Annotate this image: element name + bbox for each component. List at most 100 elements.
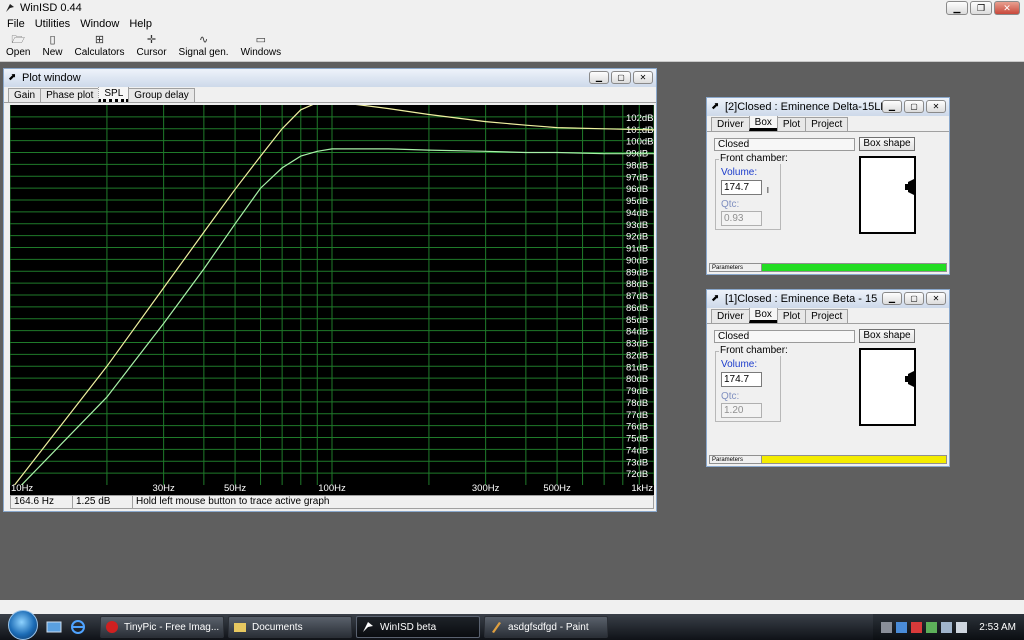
taskbar-button-tinypic[interactable]: TinyPic - Free Imag...: [100, 616, 224, 638]
qtc-label: Qtc:: [721, 391, 740, 402]
tray-display-icon[interactable]: [941, 621, 953, 633]
plot-window-titlebar[interactable]: ⬈ Plot window ▁ ▢ ✕: [4, 69, 656, 87]
box-type-field[interactable]: Closed: [714, 138, 855, 151]
box-tabs: Driver Box Plot Project: [707, 307, 949, 324]
parameters-tab[interactable]: Parameters: [710, 456, 762, 463]
start-button[interactable]: [8, 610, 38, 640]
show-desktop-icon[interactable]: [46, 619, 62, 635]
status-level: 1.25 dB: [72, 495, 132, 509]
box-type-field[interactable]: Closed: [714, 330, 855, 343]
restore-button[interactable]: ❐: [970, 1, 992, 15]
plot-window-title: Plot window: [22, 72, 81, 84]
app-title: WinISD 0.44: [20, 2, 82, 14]
spl-chart[interactable]: 102dB101dB100dB99dB98dB97dB96dB95dB94dB9…: [9, 105, 655, 495]
menu-window[interactable]: Window: [75, 18, 124, 30]
menu-file[interactable]: File: [2, 18, 30, 30]
plot-close-button[interactable]: ✕: [633, 71, 653, 84]
minimize-button[interactable]: ▁: [882, 292, 902, 305]
plot-statusbar: 164.6 Hz 1.25 dB Hold left mouse button …: [10, 495, 654, 509]
close-icon: ✕: [1003, 2, 1011, 13]
x-tick-label: 30Hz: [153, 483, 175, 494]
maximize-icon: ▢: [617, 72, 625, 82]
box-window-delta: ⬈ [2]Closed : Eminence Delta-15LF ▁ ▢ ✕ …: [706, 97, 950, 275]
maximize-button[interactable]: ▢: [904, 292, 924, 305]
signal-generator-icon: ∿: [198, 34, 209, 46]
box-window-titlebar[interactable]: ⬈ [2]Closed : Eminence Delta-15LF ▁ ▢ ✕: [707, 98, 949, 116]
tab-box[interactable]: Box: [748, 115, 778, 131]
tab-gain[interactable]: Gain: [8, 88, 42, 102]
tray-update-icon[interactable]: [926, 621, 938, 633]
tab-driver[interactable]: Driver: [711, 117, 750, 131]
qtc-label: Qtc:: [721, 199, 740, 210]
close-button[interactable]: ✕: [994, 1, 1020, 15]
windows-label: Windows: [240, 47, 282, 58]
y-tick-label: 72dB: [626, 469, 648, 480]
tab-phase-plot[interactable]: Phase plot: [40, 88, 100, 102]
tab-plot[interactable]: Plot: [776, 309, 807, 323]
box-shape-button[interactable]: Box shape: [859, 137, 915, 151]
tab-project[interactable]: Project: [805, 117, 849, 131]
open-label: Open: [6, 47, 31, 58]
tab-project[interactable]: Project: [805, 309, 849, 323]
volume-input[interactable]: 174.7: [721, 372, 762, 387]
y-tick-label: 74dB: [626, 445, 648, 456]
y-tick-label: 78dB: [626, 398, 648, 409]
y-tick-label: 93dB: [626, 220, 648, 231]
cursor-button[interactable]: ✛ Cursor: [131, 32, 173, 62]
y-tick-label: 77dB: [626, 410, 648, 421]
crosshair-icon: ✛: [146, 34, 157, 46]
cursor-label: Cursor: [136, 47, 167, 58]
taskbar-button-documents[interactable]: Documents: [228, 616, 352, 638]
menu-help[interactable]: Help: [124, 18, 157, 30]
tab-box[interactable]: Box: [748, 307, 778, 323]
parameters-tab[interactable]: Parameters: [710, 264, 762, 271]
parameters-bar: Parameters: [709, 263, 947, 272]
volume-input[interactable]: 174.7: [721, 180, 762, 195]
speaker-icon: [905, 178, 916, 196]
spl-plot-area[interactable]: 102dB101dB100dB99dB98dB97dB96dB95dB94dB9…: [9, 105, 655, 495]
minimize-button[interactable]: ▁: [946, 1, 968, 15]
paint-icon: [492, 622, 501, 633]
box-shape-button[interactable]: Box shape: [859, 329, 915, 343]
tray-network-icon[interactable]: [896, 621, 908, 633]
tray-app-icon[interactable]: [881, 621, 893, 633]
status-hint: Hold left mouse button to trace active g…: [132, 495, 654, 509]
close-button[interactable]: ✕: [926, 292, 946, 305]
tab-group-delay[interactable]: Group delay: [128, 88, 195, 102]
x-tick-label: 1kHz: [631, 483, 653, 494]
tab-spl[interactable]: SPL: [98, 86, 130, 102]
volume-label: Volume:: [721, 167, 758, 178]
folder-icon: [234, 623, 246, 632]
box-shape-preview: [859, 348, 916, 426]
plot-maximize-button[interactable]: ▢: [611, 71, 631, 84]
internet-explorer-icon[interactable]: [70, 619, 86, 635]
winisd-icon: [363, 622, 373, 632]
volume-icon[interactable]: [956, 621, 968, 633]
taskbar-button-paint[interactable]: asdgfsdfgd - Paint: [484, 616, 608, 638]
y-tick-label: 83dB: [626, 339, 648, 350]
maximize-button[interactable]: ▢: [904, 100, 924, 113]
tray-antivirus-icon[interactable]: [911, 621, 923, 633]
windows-button[interactable]: ▭ Windows: [235, 32, 288, 62]
tab-plot[interactable]: Plot: [776, 117, 807, 131]
mdi-workspace: ⬈ Plot window ▁ ▢ ✕ Gain Phase plot SPL …: [0, 62, 1024, 600]
front-chamber-label: Front chamber:: [719, 153, 789, 164]
taskbar: TinyPic - Free Imag... Documents WinISD …: [0, 610, 1024, 640]
close-button[interactable]: ✕: [926, 100, 946, 113]
y-tick-label: 91dB: [626, 244, 648, 255]
plot-minimize-button[interactable]: ▁: [589, 71, 609, 84]
menu-utilities[interactable]: Utilities: [30, 18, 75, 30]
calculators-button[interactable]: ⊞ Calculators: [68, 32, 130, 62]
status-frequency: 164.6 Hz: [10, 495, 72, 509]
taskbar-clock[interactable]: 2:53 AM: [979, 622, 1016, 633]
box-window-titlebar[interactable]: ⬈ [1]Closed : Eminence Beta - 15 ▁ ▢ ✕: [707, 290, 949, 308]
menubar: File Utilities Window Help: [0, 16, 1024, 32]
y-tick-label: 88dB: [626, 279, 648, 290]
taskbar-button-winisd[interactable]: WinISD beta: [356, 616, 480, 638]
new-button[interactable]: ▯ New: [36, 32, 68, 62]
open-button[interactable]: 🗁 Open: [0, 32, 36, 62]
minimize-button[interactable]: ▁: [882, 100, 902, 113]
tab-driver[interactable]: Driver: [711, 309, 750, 323]
signal-gen-button[interactable]: ∿ Signal gen.: [173, 32, 235, 62]
plot-tabs: Gain Phase plot SPL Group delay: [4, 86, 656, 103]
